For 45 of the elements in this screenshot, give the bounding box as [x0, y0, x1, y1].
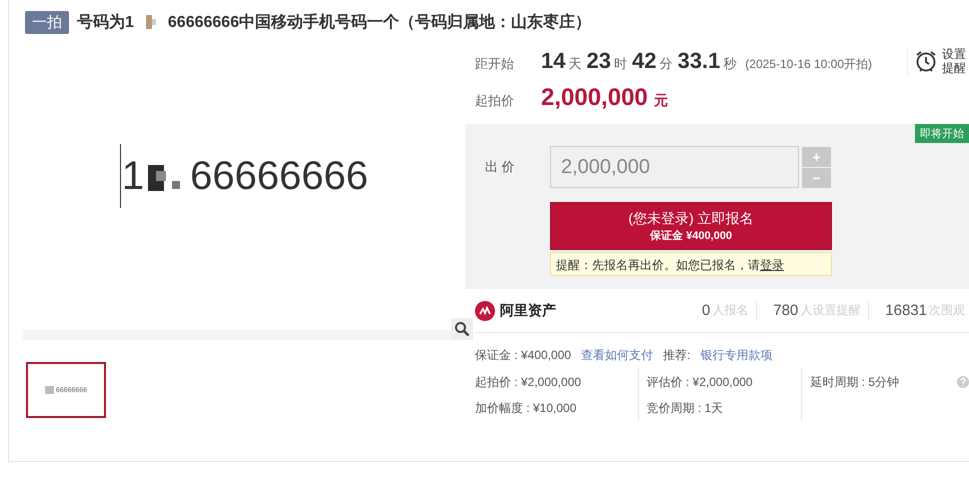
redaction-mosaic [44, 386, 54, 394]
start-price: 2,000,000 [541, 84, 648, 112]
notice-text: 提醒：先报名再出价。如您已报名，请 [556, 258, 760, 272]
phone-number: 1 [122, 154, 144, 198]
stat-count: 780 [773, 302, 798, 319]
detail-item: 竞价周期 : 1天 [646, 400, 724, 417]
countdown-value: 23 [586, 48, 611, 74]
stat-count: 0 [702, 302, 710, 319]
detail-item: 评估价 : ¥2,000,000 [646, 374, 753, 391]
reminder-button[interactable]: 设置提醒 [906, 46, 967, 76]
phone-number: 66666666 [190, 154, 368, 198]
recommend-label: 推荐: [663, 346, 690, 364]
countdown-label: 距开始 [475, 55, 515, 73]
status-badge: 即将开始 [915, 124, 969, 143]
redaction-mosaic [146, 15, 156, 29]
brand-logo-icon [475, 300, 495, 320]
detail-item: 加价幅度 : ¥10,000 [475, 400, 576, 417]
countdown-value: 42 [632, 48, 656, 74]
countdown-value: 14 [541, 48, 566, 74]
start-time: (2025-10-16 10:00开拍) [745, 56, 872, 73]
detail-item: 延时周期 : 5分钟 [810, 374, 899, 391]
countdown-unit: 天 [568, 55, 582, 73]
auction-type-badge: 一拍 [25, 10, 69, 34]
countdown-value: 33.1 [677, 48, 720, 74]
register-button[interactable]: (您未登录) 立即报名 保证金 ¥400,000 [550, 202, 832, 250]
alarm-clock-icon [914, 49, 938, 73]
zoom-button[interactable] [451, 318, 473, 340]
search-icon [454, 321, 470, 337]
start-price-label: 起拍价 [475, 92, 515, 110]
recommend-link[interactable]: 银行专用款项 [700, 346, 772, 364]
countdown-unit: 秒 [723, 55, 736, 73]
text-cursor [120, 144, 121, 208]
countdown-unit: 时 [614, 55, 627, 73]
currency-unit: 元 [654, 92, 668, 110]
listing-title: 66666666中国移动手机号码一个（号码归属地：山东枣庄） [168, 12, 592, 32]
login-link[interactable]: 登录 [760, 258, 784, 272]
deposit-info: 保证金 : ¥400,000 [475, 346, 572, 364]
payment-help-link[interactable]: 查看如何支付 [581, 346, 654, 364]
bid-field[interactable]: 2,000,000 [550, 146, 799, 188]
stat-count: 16831 [885, 302, 927, 319]
listing-title: 号码为1 [77, 12, 134, 32]
bid-label: 出 价 [485, 158, 516, 176]
brand-name: 阿里资产 [500, 302, 556, 320]
detail-item: 起拍价 : ¥2,000,000 [475, 374, 582, 391]
countdown-unit: 分 [659, 55, 672, 73]
